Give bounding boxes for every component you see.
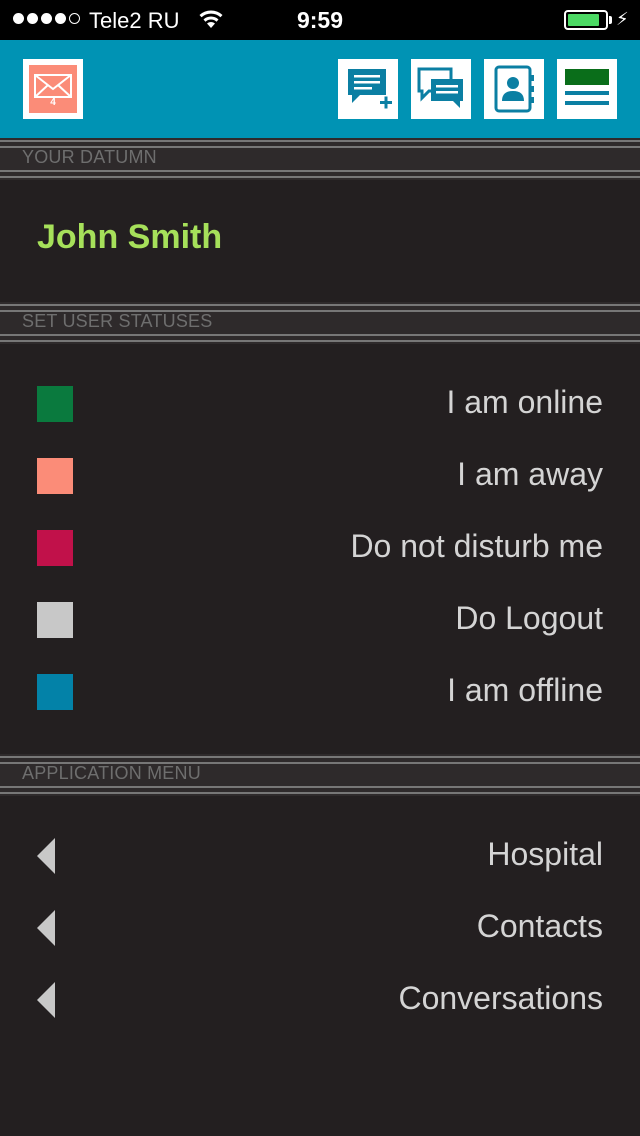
menu-item-label: Conversations: [398, 980, 603, 1016]
menu-item-label: Hospital: [487, 836, 603, 872]
new-message-button[interactable]: [338, 59, 398, 119]
contacts-button[interactable]: [484, 59, 544, 119]
battery-tip: [609, 16, 612, 24]
menu-item-contacts[interactable]: Contacts: [0, 898, 640, 958]
section-header-datum: YOUR DATUMN: [0, 138, 640, 180]
menu-item-label: Contacts: [476, 908, 603, 944]
battery-icon: [564, 10, 608, 30]
mail-button[interactable]: 4: [23, 59, 83, 119]
section-header-app-menu: APPLICATION MENU: [0, 754, 640, 796]
clock: 9:59: [296, 7, 344, 33]
arrow-left-icon: [37, 910, 55, 946]
status-online[interactable]: I am online: [0, 374, 640, 434]
top-bar: 4: [0, 40, 640, 138]
status-away[interactable]: I am away: [0, 446, 640, 506]
new-message-icon: [348, 69, 392, 109]
status-color-swatch: [37, 386, 73, 422]
status-color-swatch: [37, 530, 73, 566]
conversations-button[interactable]: [411, 59, 471, 119]
menu-icon: [565, 69, 609, 105]
status-label: I am away: [457, 456, 603, 492]
status-label: I am online: [446, 384, 603, 420]
mail-icon: 4: [29, 65, 77, 113]
charging-icon: ⚡: [616, 9, 629, 29]
battery-level: [568, 14, 599, 26]
menu-item-conversations[interactable]: Conversations: [0, 970, 640, 1030]
arrow-left-icon: [37, 982, 55, 1018]
status-color-swatch: [37, 458, 73, 494]
section-header-statuses: SET USER STATUSES: [0, 302, 640, 344]
arrow-left-icon: [37, 838, 55, 874]
status-label: Do Logout: [455, 600, 603, 636]
status-label: I am offline: [447, 672, 603, 708]
mail-badge: 4: [50, 97, 56, 108]
status-label: Do not disturb me: [350, 528, 603, 564]
section-title: APPLICATION MENU: [22, 763, 201, 783]
menu-item-hospital[interactable]: Hospital: [0, 826, 640, 886]
section-title: SET USER STATUSES: [22, 311, 213, 331]
status-color-swatch: [37, 674, 73, 710]
status-do-not-disturb[interactable]: Do not disturb me: [0, 518, 640, 578]
status-offline[interactable]: I am offline: [0, 662, 640, 722]
status-bar: Tele2 RU 9:59 ⚡: [0, 0, 640, 40]
chat-bubbles-icon: [417, 67, 463, 108]
user-name: John Smith: [37, 218, 223, 256]
status-color-swatch: [37, 602, 73, 638]
status-logout[interactable]: Do Logout: [0, 590, 640, 650]
section-title: YOUR DATUMN: [22, 147, 157, 167]
address-book-icon: [494, 65, 534, 113]
menu-button[interactable]: [557, 59, 617, 119]
